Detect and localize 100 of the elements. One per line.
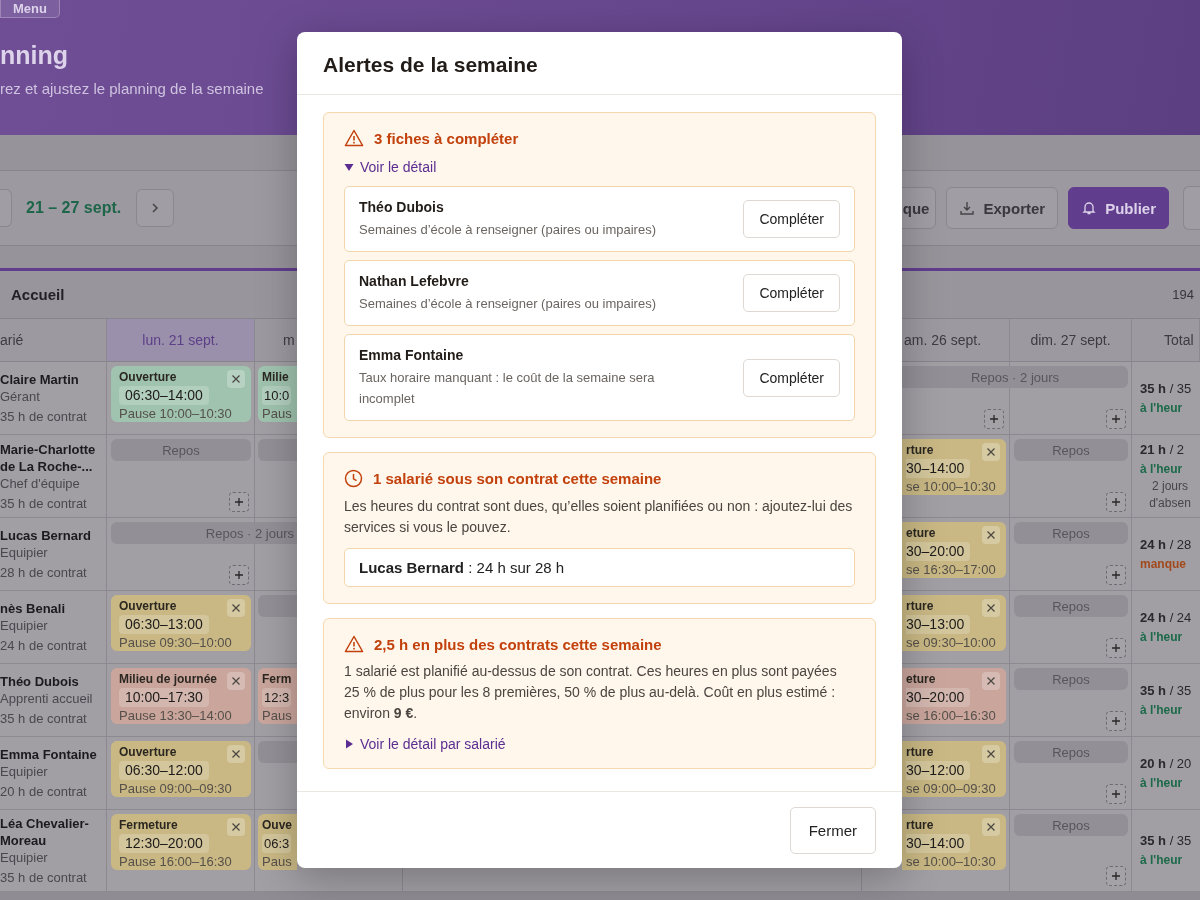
- rest-label: Repos: [1014, 814, 1128, 836]
- add-button[interactable]: [229, 565, 249, 585]
- plus-icon: [234, 570, 244, 580]
- rest-pill: [258, 439, 297, 461]
- alert-title: 1 salarié sous son contrat cette semaine: [373, 470, 662, 487]
- rest-label: Repos: [1014, 595, 1128, 617]
- details-toggle[interactable]: Voir le détail par salarié: [344, 736, 506, 752]
- column-header: Total: [1132, 319, 1200, 361]
- shift-card[interactable]: eture 30–20:00 se 16:30–17:00: [902, 522, 1006, 578]
- warning-icon: [344, 635, 364, 653]
- rest-pill: [258, 741, 297, 763]
- alert-text: Les heures du contrat sont dues, qu’elles soient planifiées ou non : ajoutez-lui des services si vous le pouvez.: [344, 497, 854, 537]
- hours-total: 35 h / 35: [1140, 379, 1192, 397]
- shift-card[interactable]: Milieu de journée 10:00–17:30 Pause 13:30–14:00: [111, 668, 251, 724]
- shift-card[interactable]: Ouverture 06:30–13:00 Pause 09:30–10:00: [111, 595, 251, 651]
- column-header: lun. 21 sept.: [107, 319, 255, 361]
- rest-label: Repos: [1014, 439, 1128, 461]
- summary-box: Lucas Bernard : 24 h sur 28 h: [344, 548, 855, 587]
- employee-name: Lucas Bernard: [0, 527, 93, 544]
- contract-hours: 35 h de contrat: [0, 710, 88, 727]
- plus-icon: [234, 497, 244, 507]
- download-icon: [959, 200, 976, 216]
- add-button[interactable]: [1106, 866, 1126, 886]
- dialog-title: Alertes de la semaine: [323, 52, 539, 78]
- hours-status: à l'heur: [1140, 628, 1183, 646]
- complete-button[interactable]: Compléter: [743, 358, 840, 397]
- page-title: nning: [0, 40, 69, 70]
- plus-icon: [1111, 414, 1121, 424]
- alert-title: 2,5 h en plus des contrats cette semaine: [374, 635, 662, 653]
- close-icon[interactable]: [982, 818, 1000, 836]
- shift-card[interactable]: Ouverture 06:30–12:00 Pause 09:00–09:30: [111, 741, 251, 797]
- add-button[interactable]: [229, 492, 249, 512]
- hours-total: 20 h / 20: [1140, 754, 1192, 772]
- close-icon[interactable]: [227, 672, 245, 690]
- close-icon[interactable]: [227, 599, 245, 617]
- contract-hours: 35 h de contrat: [0, 494, 88, 512]
- column-header: dim. 27 sept.: [1010, 319, 1132, 361]
- export-button[interactable]: Exporter: [946, 187, 1059, 229]
- rest-label: Repos: [1014, 522, 1128, 544]
- plus-icon: [1111, 570, 1121, 580]
- add-button[interactable]: [1106, 409, 1126, 429]
- employee-role: Chef d'équipe: [0, 474, 81, 492]
- close-icon[interactable]: [227, 745, 245, 763]
- hours-total: 35 h / 35: [1140, 681, 1192, 699]
- shift-card[interactable]: eture 30–20:00 se 16:00–16:30: [902, 668, 1006, 724]
- missing-info-text: Semaines d’école à renseigner (paires ou impaires): [359, 221, 656, 239]
- employee-role: Equipier: [0, 544, 49, 561]
- shift-card[interactable]: rture 30–14:00 se 10:00–10:30: [902, 439, 1006, 495]
- team-name: Accueil: [11, 286, 65, 303]
- caret-icon: [344, 739, 354, 749]
- clock-icon: [344, 469, 363, 488]
- rest-label: Repos: [1014, 668, 1128, 690]
- close-icon[interactable]: [227, 818, 245, 836]
- contract-hours: 28 h de contrat: [0, 564, 88, 581]
- hours-status: à l'heur: [1140, 852, 1183, 869]
- employee-name: nès Benali: [0, 600, 67, 617]
- contract-hours: 24 h de contrat: [0, 637, 88, 654]
- close-button[interactable]: Fermer: [789, 807, 876, 854]
- shift-card[interactable]: Milie 10:0 Paus: [258, 366, 297, 422]
- shift-card[interactable]: Ouve 06:3 Paus: [258, 814, 297, 870]
- add-button[interactable]: [984, 409, 1004, 429]
- absence-note: 2 jours d'absen: [1148, 477, 1192, 512]
- close-icon[interactable]: [982, 599, 1000, 617]
- close-icon[interactable]: [982, 745, 1000, 763]
- add-button[interactable]: [1106, 784, 1126, 804]
- shift-card[interactable]: Ouverture 06:30–14:00 Pause 10:00–10:30: [111, 366, 251, 422]
- page-subtitle: rez et ajustez le planning de la semaine: [0, 80, 264, 98]
- employee-name: Théo Dubois: [0, 673, 80, 690]
- alert-text: 1 salarié est planifié au-dessus de son contrat. Ces heures en plus sont payées 25 % de plus pour les 8 premières, 50 % de plus au-delà. Coût en plus estimé : environ 9 €.: [344, 662, 838, 723]
- shift-card[interactable]: Ferm 12:3 Paus: [258, 668, 297, 724]
- details-toggle[interactable]: Voir le détail: [344, 159, 437, 175]
- week-range: 21 – 27 sept.: [26, 199, 122, 217]
- close-icon[interactable]: [982, 443, 1000, 461]
- employee-name: Léa Chevalier-Moreau: [0, 815, 90, 849]
- publish-button[interactable]: Publier: [1068, 187, 1169, 229]
- menu-button[interactable]: Menu: [0, 0, 60, 18]
- employee-role: Apprenti accueil: [0, 690, 94, 707]
- add-button[interactable]: [1106, 638, 1126, 658]
- rest-label: Repos · 2 jours: [111, 522, 297, 544]
- rest-pill: [258, 595, 297, 617]
- rest-label: Repos: [1014, 741, 1128, 763]
- hours-status: à l'heur: [1140, 460, 1183, 478]
- contract-hours: 20 h de contrat: [0, 783, 88, 800]
- employee-name: Claire Martin: [0, 371, 80, 388]
- shift-card[interactable]: rture 30–12:00 se 09:00–09:30: [902, 741, 1006, 797]
- add-button[interactable]: [1106, 565, 1126, 585]
- add-button[interactable]: [1106, 492, 1126, 512]
- close-icon[interactable]: [227, 370, 245, 388]
- shift-card[interactable]: rture 30–13:00 se 09:30–10:00: [902, 595, 1006, 651]
- close-icon[interactable]: [982, 672, 1000, 690]
- hours-total: 21 h / 2: [1140, 440, 1185, 458]
- hours-status: manque: [1140, 555, 1186, 573]
- complete-button[interactable]: Compléter: [743, 274, 840, 312]
- plus-icon: [1111, 789, 1121, 799]
- complete-button[interactable]: Compléter: [743, 200, 840, 238]
- add-button[interactable]: [1106, 711, 1126, 731]
- shift-card[interactable]: Fermeture 12:30–20:00 Pause 16:00–16:30: [111, 814, 251, 870]
- close-icon[interactable]: [982, 526, 1000, 544]
- employee-name: Emma Fontaine: [0, 746, 98, 763]
- shift-card[interactable]: rture 30–14:00 se 10:00–10:30: [902, 814, 1006, 870]
